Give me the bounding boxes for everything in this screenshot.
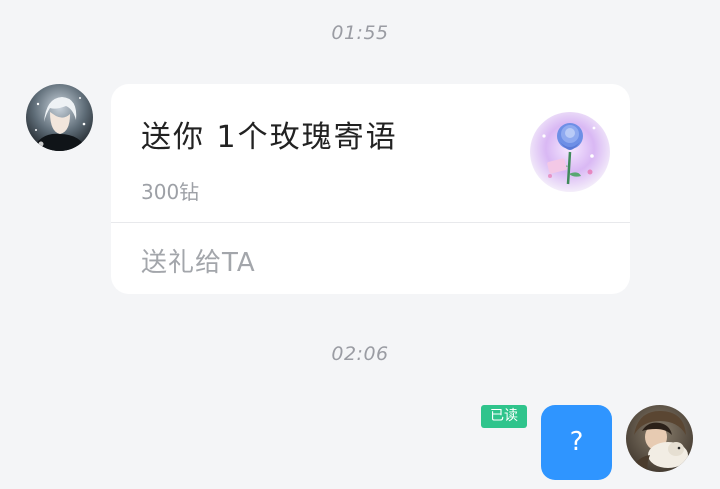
user-photo-avatar-icon[interactable] — [626, 405, 693, 472]
timestamp: 01:55 — [331, 22, 389, 44]
outgoing-message-bubble[interactable]: ? — [541, 405, 612, 480]
anime-avatar-icon — [26, 84, 93, 151]
gift-title: 送你 1个玫瑰寄语 — [141, 120, 398, 155]
send-gift-link[interactable]: 送礼给TA — [141, 242, 256, 279]
gift-price: 300钻 — [141, 180, 200, 204]
gift-message-card[interactable]: 送你 1个玫瑰寄语 300钻 送礼给TA — [111, 84, 630, 294]
divider — [111, 222, 630, 223]
rose-gift-icon — [530, 112, 610, 192]
timestamp: 02:06 — [331, 343, 389, 365]
contact-avatar-icon[interactable] — [26, 84, 93, 151]
read-status-badge: 已读 — [481, 405, 527, 428]
